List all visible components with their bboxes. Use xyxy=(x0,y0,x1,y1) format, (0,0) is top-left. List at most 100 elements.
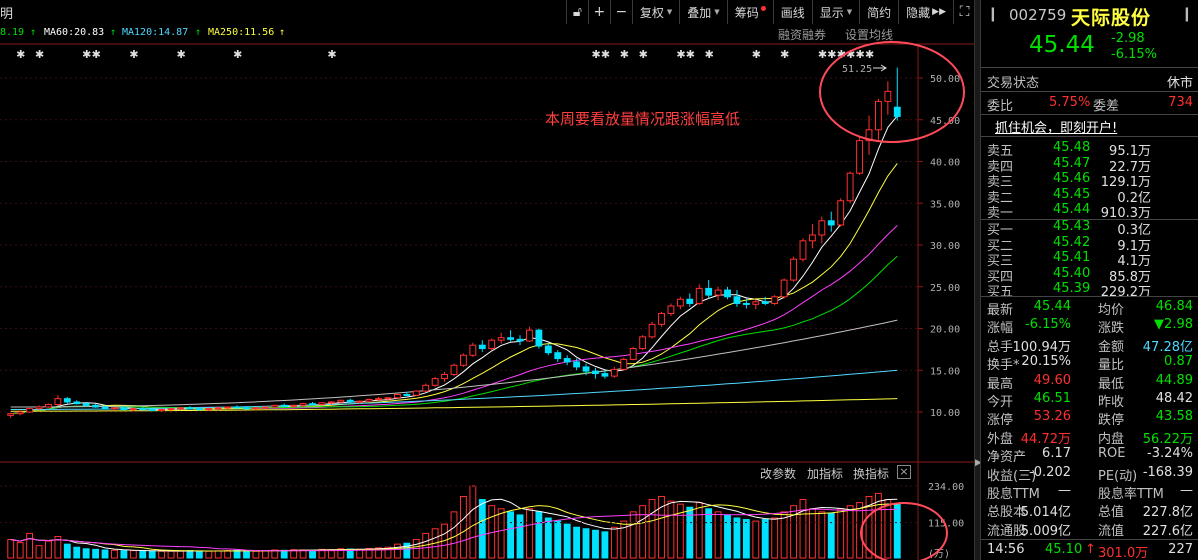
bid-price: 45.39 xyxy=(1053,281,1091,296)
add-indicator-link[interactable]: 加指标 xyxy=(807,465,843,482)
stat-label: 涨跌 xyxy=(1098,321,1125,337)
stat-value: -3.24% xyxy=(1147,446,1193,462)
candle-body xyxy=(214,407,222,410)
last-tick-row: 14:56 45.10 ↑ 301.0万 227 xyxy=(985,542,1195,560)
volume-bar xyxy=(648,499,656,559)
event-star-icon: ✱ xyxy=(818,48,827,61)
stat-value: 44.72万 xyxy=(1020,431,1071,447)
candle-body xyxy=(705,287,713,296)
stat-value: 49.60 xyxy=(1033,372,1071,388)
candle-body xyxy=(648,323,656,338)
tick-price: 45.10 xyxy=(1045,542,1083,557)
stock-chart-app: 明 🔓︎ + − 复权 ▼ 叠加 ▼ 筹码 画线 显示 ▼ 简约 隐藏 ▶▶ ⛶ 8.1… xyxy=(0,0,1198,560)
candle-body xyxy=(658,312,665,325)
volume-bar xyxy=(92,548,100,559)
stat-value: 227.6亿 xyxy=(1142,523,1193,539)
candle-body xyxy=(724,289,731,298)
stat-row: 涨幅 -6.15% 涨跌 ▼2.98 xyxy=(985,317,1195,337)
bid-row: 买三 45.41 4.1万 xyxy=(985,250,1195,269)
stat-row: 收益(三) -0.202 PE(动) -168.39 xyxy=(985,464,1195,484)
volume-bar xyxy=(846,505,854,559)
stat-value: 46.84 xyxy=(1155,299,1193,314)
bid-price: 45.41 xyxy=(1053,250,1091,265)
bid-price: 45.40 xyxy=(1053,265,1091,281)
stat-value: ▼2.98 xyxy=(1154,317,1193,333)
volume-bar xyxy=(733,517,741,559)
stat-value: 56.22万 xyxy=(1142,431,1193,447)
event-star-icon: ✱ xyxy=(865,48,874,61)
candle-body xyxy=(469,344,477,356)
stat-row: 最新 45.44 均价 46.84 xyxy=(985,299,1195,318)
candle-body xyxy=(544,345,552,354)
current-price: 45.44 xyxy=(1029,32,1095,58)
volume-bar xyxy=(280,549,288,559)
volume-bar xyxy=(563,523,571,559)
event-star-icon: ✱ xyxy=(233,48,242,61)
volume-bar xyxy=(16,542,24,559)
stat-label: 最低 xyxy=(1098,376,1125,392)
candle-body xyxy=(526,329,533,342)
quote-panel: ❙ 002759 天际股份 ❙ 45.44 -2.98 -6.15% 交易状态 … xyxy=(980,0,1198,560)
stat-value: -0.202 xyxy=(1029,464,1071,480)
candle-body xyxy=(101,406,109,410)
volume-bar xyxy=(742,519,750,559)
price-tick-label: 30.00 xyxy=(930,241,960,252)
stat-label: 总手 xyxy=(987,339,1014,355)
ask-row: 卖四 45.47 22.7万 xyxy=(985,156,1195,175)
event-star-icon: ✱ xyxy=(705,48,714,61)
chart-grid xyxy=(0,43,975,560)
event-star-icon: ✱ xyxy=(35,48,44,61)
stat-value: 100.94万 xyxy=(1012,339,1072,355)
event-star-icon: ✱ xyxy=(16,48,25,61)
prev-stock-icon[interactable]: ❙ xyxy=(987,6,999,22)
candle-body xyxy=(535,329,543,347)
candle-body xyxy=(403,393,411,396)
stat-label: 均价 xyxy=(1098,303,1125,318)
candle-body xyxy=(365,398,373,402)
candle-body xyxy=(827,220,835,226)
stat-row: 总股本 5.014亿 总值 227.8亿 xyxy=(985,501,1195,520)
high-price-label: 51.25 xyxy=(842,64,872,75)
stat-value: — xyxy=(1180,483,1193,498)
volume-bar xyxy=(101,549,109,559)
candle-body xyxy=(271,404,279,408)
bid-price: 45.43 xyxy=(1053,219,1091,234)
candle-body xyxy=(488,339,496,350)
edit-params-link[interactable]: 改参数 xyxy=(760,465,796,482)
candle-body xyxy=(516,338,524,342)
candle-body xyxy=(573,361,581,368)
volume-bar xyxy=(111,549,118,559)
stat-label: 股息TTM xyxy=(987,487,1040,502)
stat-row: 换手* 20.15% 量比 0.87 xyxy=(985,354,1195,373)
volume-bar xyxy=(535,511,543,559)
candle-body xyxy=(375,398,382,401)
stat-label: 外盘 xyxy=(987,431,1014,447)
event-star-icon: ✱ xyxy=(82,48,91,61)
candle-body xyxy=(893,106,901,117)
candle-body xyxy=(384,397,392,400)
volume-bar xyxy=(695,502,703,559)
candle-body xyxy=(884,90,892,102)
volume-bar xyxy=(573,526,581,559)
trade-status-label: 交易状态 xyxy=(987,76,1040,91)
ask-price: 45.45 xyxy=(1053,186,1091,202)
candle-body xyxy=(837,200,845,226)
candle-body xyxy=(601,373,609,377)
open-account-link[interactable]: 抓住机会，即刻开户! xyxy=(995,117,1117,136)
close-icon[interactable]: × xyxy=(897,465,911,479)
candle-body xyxy=(460,354,467,366)
candle-body xyxy=(309,403,316,406)
stat-row: 股息TTM — 股息率TTM — xyxy=(985,483,1195,502)
next-stock-icon[interactable]: ❙ xyxy=(1181,6,1193,22)
candle-body xyxy=(714,289,722,296)
volume-bar xyxy=(167,550,175,559)
volume-bar xyxy=(139,550,147,559)
bid-price: 45.42 xyxy=(1053,234,1091,250)
volume-bar xyxy=(827,512,835,559)
bid-row: 买二 45.42 9.1万 xyxy=(985,234,1195,254)
ask-row: 卖三 45.46 129.1万 xyxy=(985,171,1195,190)
switch-indicator-link[interactable]: 换指标 xyxy=(853,465,889,482)
stat-value: -168.39 xyxy=(1142,464,1193,480)
volume-bar xyxy=(507,511,515,559)
weicha-label: 委差 xyxy=(1093,99,1120,114)
